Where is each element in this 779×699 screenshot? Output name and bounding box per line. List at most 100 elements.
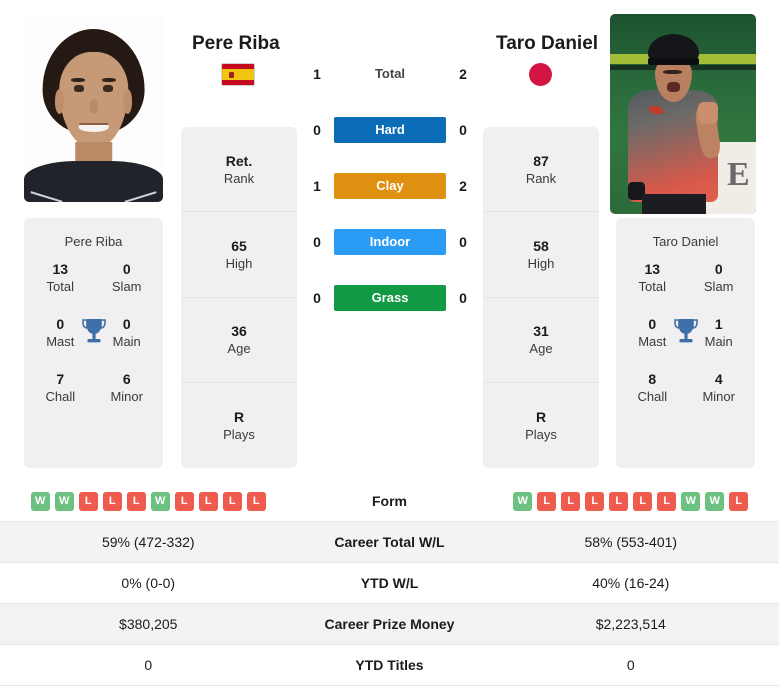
h2h-left-count: 0 <box>313 290 321 306</box>
titles-cell-chall: 7 Chall <box>32 371 89 404</box>
titles-value: 7 <box>56 371 65 387</box>
stat-value: 36 <box>231 323 247 340</box>
surface-badge-clay[interactable]: Clay <box>334 173 446 199</box>
comparison-row-label: Form <box>372 493 407 509</box>
right-player-ytd-wl: 40% (16-24) <box>592 575 670 591</box>
form-badge-win[interactable]: W <box>705 491 725 511</box>
left-player-career-wl: 59% (472-332) <box>101 534 195 550</box>
form-badge-loss[interactable]: L <box>633 491 653 511</box>
head-to-head-column: 1 Total 2 0 Hard 0 1 Clay 2 0 Indoor 0 0 Grass 0 <box>300 60 480 312</box>
comparison-row-form: W W L L L W L L L L Form W L L L L L L W W L <box>0 481 779 522</box>
titles-value: 4 <box>714 371 723 387</box>
h2h-right-count: 2 <box>459 178 467 194</box>
form-badge-loss[interactable]: L <box>198 491 218 511</box>
form-badge-loss[interactable]: L <box>657 491 677 511</box>
titles-value: 0 <box>714 261 723 277</box>
surface-badge-grass[interactable]: Grass <box>334 285 446 311</box>
right-player-photo[interactable]: E <box>610 14 756 214</box>
player-comparison-page: E Pere Riba Taro Daniel 1 Total 2 0 Hard 0 <box>0 0 779 699</box>
h2h-row-indoor: 0 Indoor 0 <box>300 228 480 256</box>
left-player-ytd-titles: 0 <box>144 657 153 673</box>
h2h-left-count: 1 <box>313 66 321 82</box>
titles-label: Main <box>112 334 141 349</box>
titles-row: 8 Chall 4 Minor <box>624 371 747 404</box>
titles-value: 13 <box>644 261 661 277</box>
stat-label: Age <box>529 341 553 357</box>
form-badge-loss[interactable]: L <box>729 491 749 511</box>
titles-cell-minor: 4 Minor <box>690 371 747 404</box>
titles-value: 6 <box>122 371 131 387</box>
stat-cell-plays: R Plays <box>483 383 599 468</box>
left-player-ytd-wl: 0% (0-0) <box>121 575 176 591</box>
form-strip: WLLLLLLWWL <box>513 491 749 511</box>
left-player-titles-card: Pere Riba 13 Total 0 Slam 0 Mast 0 Main 7 Chall 6 M… <box>24 218 163 468</box>
right-player-name[interactable]: Taro Daniel <box>496 33 598 55</box>
titles-label: Minor <box>702 389 735 404</box>
titles-row: 13 Total 0 Slam <box>624 261 747 294</box>
comparison-row-ytd-wl: 0% (0-0) YTD W/L 40% (16-24) <box>0 563 779 604</box>
stat-value: 31 <box>533 323 549 340</box>
comparison-row-prize-money: $380,205 Career Prize Money $2,223,514 <box>0 604 779 645</box>
titles-value: 0 <box>122 261 131 277</box>
comparison-header-section: E Pere Riba Taro Daniel 1 Total 2 0 Hard 0 <box>0 0 779 478</box>
titles-label: Main <box>704 334 733 349</box>
comparison-row-label: YTD Titles <box>355 657 424 673</box>
surface-badge-hard[interactable]: Hard <box>334 117 446 143</box>
form-badge-loss[interactable]: L <box>102 491 122 511</box>
h2h-row-hard: 0 Hard 0 <box>300 116 480 144</box>
form-badge-loss[interactable]: L <box>126 491 146 511</box>
stat-value: 87 <box>533 152 549 169</box>
form-badge-loss[interactable]: L <box>222 491 242 511</box>
titles-row: 13 Total 0 Slam <box>32 261 155 294</box>
titles-value: 1 <box>714 316 723 332</box>
form-badge-loss[interactable]: L <box>585 491 605 511</box>
stat-cell-age: 36 Age <box>181 298 297 383</box>
titles-cell-total: 13 Total <box>624 261 681 294</box>
titles-label: Slam <box>111 279 142 294</box>
h2h-right-count: 0 <box>459 290 467 306</box>
right-player-prize-money: $2,223,514 <box>595 616 666 632</box>
form-badge-loss[interactable]: L <box>537 491 557 511</box>
trophy-icon <box>673 319 698 343</box>
left-player-name[interactable]: Pere Riba <box>192 33 280 55</box>
surface-badge-indoor[interactable]: Indoor <box>334 229 446 255</box>
stat-label: Rank <box>525 170 557 186</box>
titles-cell-chall: 8 Chall <box>624 371 681 404</box>
form-badge-win[interactable]: W <box>513 491 533 511</box>
left-player-photo[interactable] <box>24 14 163 202</box>
h2h-row-clay: 1 Clay 2 <box>300 172 480 200</box>
left-player-stats-card: Ret. Rank 65 High 36 Age R Plays <box>181 127 297 468</box>
titles-value: 0 <box>122 316 131 332</box>
titles-label: Total <box>638 279 667 294</box>
left-player-prize-money: $380,205 <box>119 616 178 632</box>
stat-label: High <box>527 255 555 271</box>
comparison-row-label: Career Total W/L <box>334 534 445 550</box>
trophy-icon <box>81 319 106 343</box>
stat-label: High <box>225 255 253 271</box>
h2h-total-label: Total <box>374 66 406 81</box>
titles-value: 8 <box>648 371 657 387</box>
titles-value: 13 <box>52 261 69 277</box>
form-badge-loss[interactable]: L <box>561 491 581 511</box>
form-badge-win[interactable]: W <box>54 491 74 511</box>
stat-cell-high: 65 High <box>181 212 297 298</box>
right-player-form: WLLLLLLWWL <box>483 491 779 511</box>
form-badge-win[interactable]: W <box>681 491 701 511</box>
form-badge-loss[interactable]: L <box>78 491 98 511</box>
stat-label: Plays <box>223 426 255 442</box>
flag-japan-icon <box>529 63 552 86</box>
stat-value: Ret. <box>225 152 253 169</box>
titles-cell-main: 0 Main <box>98 316 155 349</box>
h2h-left-count: 1 <box>313 178 321 194</box>
form-badge-win[interactable]: W <box>30 491 50 511</box>
form-badge-win[interactable]: W <box>150 491 170 511</box>
titles-card-name: Pere Riba <box>64 234 123 249</box>
titles-card-name: Taro Daniel <box>652 234 719 249</box>
stat-label: Age <box>227 341 251 357</box>
right-player-ytd-titles: 0 <box>626 657 635 673</box>
right-player-titles-card: Taro Daniel 13 Total 0 Slam 0 Mast 1 Main 8 Chall… <box>616 218 755 468</box>
form-badge-loss[interactable]: L <box>609 491 629 511</box>
form-badge-loss[interactable]: L <box>246 491 266 511</box>
h2h-right-count: 0 <box>459 234 467 250</box>
form-badge-loss[interactable]: L <box>174 491 194 511</box>
